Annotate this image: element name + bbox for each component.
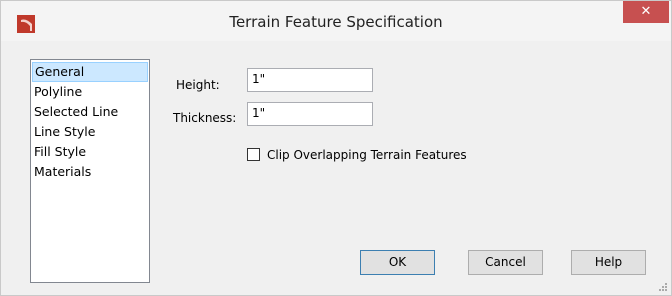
height-label: Height: bbox=[176, 78, 220, 92]
nav-item-polyline[interactable]: Polyline bbox=[31, 82, 149, 102]
help-button[interactable]: Help bbox=[571, 250, 646, 275]
height-input[interactable]: 1" bbox=[247, 68, 373, 92]
dialog-window: Terrain Feature Specification ✕ General … bbox=[0, 0, 672, 296]
category-list[interactable]: General Polyline Selected Line Line Styl… bbox=[30, 59, 150, 283]
clip-overlapping-label[interactable]: Clip Overlapping Terrain Features bbox=[267, 148, 467, 162]
nav-item-fill-style[interactable]: Fill Style bbox=[31, 142, 149, 162]
thickness-input[interactable]: 1" bbox=[247, 102, 373, 126]
nav-item-materials[interactable]: Materials bbox=[31, 162, 149, 182]
thickness-label: Thickness: bbox=[173, 111, 237, 125]
close-button[interactable]: ✕ bbox=[623, 1, 669, 23]
nav-item-general[interactable]: General bbox=[32, 62, 148, 82]
title-bar[interactable]: Terrain Feature Specification ✕ bbox=[1, 1, 671, 41]
ok-button[interactable]: OK bbox=[360, 250, 435, 275]
nav-item-selected-line[interactable]: Selected Line bbox=[31, 102, 149, 122]
resize-grip-icon[interactable] bbox=[657, 281, 667, 291]
clip-overlapping-checkbox[interactable] bbox=[247, 148, 260, 161]
nav-item-line-style[interactable]: Line Style bbox=[31, 122, 149, 142]
dialog-title: Terrain Feature Specification bbox=[229, 13, 443, 31]
cancel-button[interactable]: Cancel bbox=[468, 250, 543, 275]
